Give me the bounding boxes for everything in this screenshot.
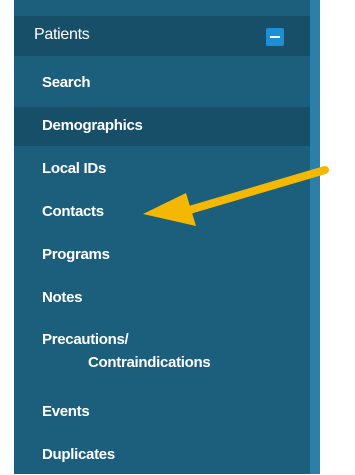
arrow-pointer-icon	[143, 166, 329, 226]
